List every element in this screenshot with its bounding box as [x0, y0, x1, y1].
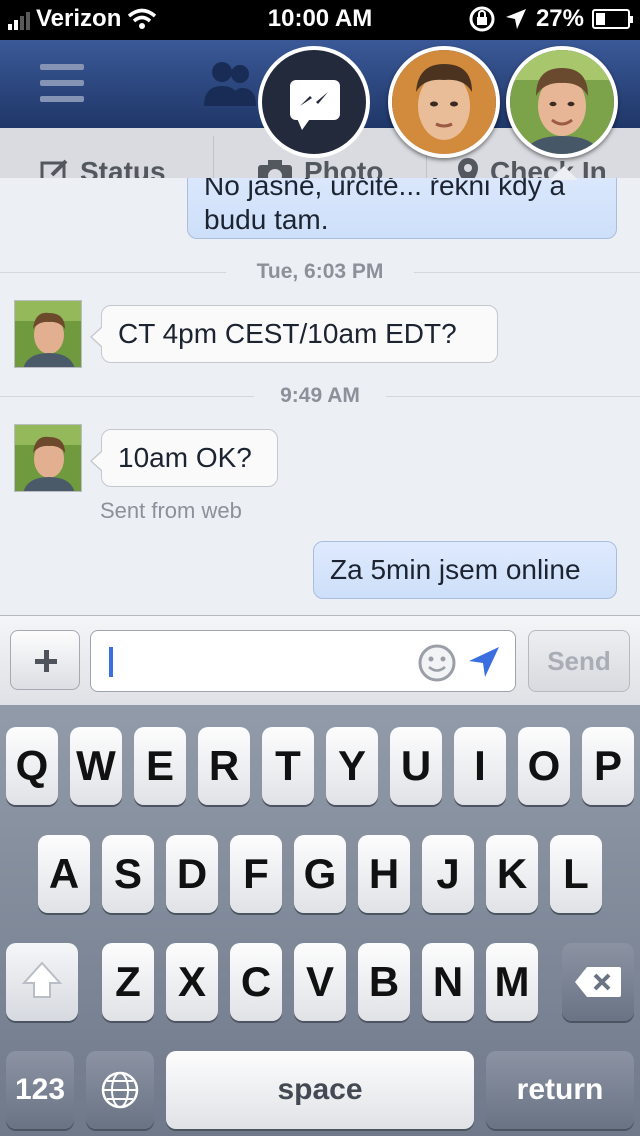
- message-text: CT 4pm CEST/10am EDT?: [118, 318, 457, 349]
- rotation-lock-icon: [469, 6, 495, 32]
- shift-arrow-icon: [21, 961, 63, 998]
- status-bar: Verizon 10:00 AM 27%: [0, 0, 640, 40]
- text-cursor: [109, 647, 113, 677]
- key[interactable]: Z: [102, 943, 154, 1021]
- key[interactable]: P: [582, 727, 634, 805]
- message-incoming: CT 4pm CEST/10am EDT?: [90, 305, 498, 363]
- message-composer: Send: [0, 615, 640, 705]
- location-arrow-icon: [505, 9, 526, 29]
- key[interactable]: R: [198, 727, 250, 805]
- attach-button[interactable]: [10, 630, 80, 690]
- message-source-label: Sent from web: [100, 498, 242, 523]
- messenger-chathead[interactable]: [258, 46, 370, 158]
- key[interactable]: Y: [326, 727, 378, 805]
- backspace-icon: [575, 967, 621, 997]
- key[interactable]: V: [294, 943, 346, 1021]
- chathead-contact-1[interactable]: [388, 46, 500, 158]
- shift-key[interactable]: [6, 943, 78, 1021]
- key[interactable]: I: [454, 727, 506, 805]
- message-outgoing: Za 5min jsem online: [313, 541, 617, 599]
- key[interactable]: K: [486, 835, 538, 913]
- menu-icon[interactable]: [40, 64, 84, 102]
- key[interactable]: A: [38, 835, 90, 913]
- key[interactable]: H: [358, 835, 410, 913]
- timestamp-divider: Tue, 6:03 PM: [0, 260, 640, 284]
- backspace-key[interactable]: [562, 943, 634, 1021]
- key[interactable]: L: [550, 835, 602, 913]
- message-input[interactable]: [90, 630, 516, 692]
- key[interactable]: W: [70, 727, 122, 805]
- key[interactable]: S: [102, 835, 154, 913]
- message-text: No jasně, určitě... řekni kdy a: [204, 178, 566, 201]
- timestamp-divider: 9:49 AM: [0, 384, 640, 408]
- friend-requests-icon[interactable]: [200, 58, 260, 108]
- chat-thread[interactable]: No jasně, určitě... řekni kdy a budu tam…: [0, 178, 640, 615]
- key[interactable]: E: [134, 727, 186, 805]
- key[interactable]: F: [230, 835, 282, 913]
- battery-icon: [592, 9, 633, 29]
- key[interactable]: M: [486, 943, 538, 1021]
- status-indicators: 27%: [468, 5, 633, 33]
- keyboard: Q W E R T Y U I O P A S D F G H J K L Z …: [0, 705, 640, 1136]
- timestamp: Tue, 6:03 PM: [248, 260, 392, 283]
- contact-photo: [392, 50, 496, 154]
- battery-percent: 27%: [535, 5, 584, 32]
- message-incoming: 10am OK?: [90, 429, 278, 487]
- numbers-key[interactable]: 123: [6, 1051, 74, 1129]
- chathead-pointer: [550, 166, 578, 180]
- messenger-bolt-icon: [300, 92, 328, 106]
- avatar-image: [15, 301, 81, 367]
- space-key[interactable]: space: [166, 1051, 474, 1129]
- key[interactable]: T: [262, 727, 314, 805]
- message-text: budu tam.: [204, 204, 329, 235]
- key[interactable]: U: [390, 727, 442, 805]
- globe-icon: [101, 1071, 139, 1109]
- contact-photo: [510, 50, 614, 154]
- globe-key[interactable]: [86, 1051, 154, 1129]
- avatar[interactable]: [14, 424, 82, 492]
- send-button[interactable]: Send: [528, 630, 630, 692]
- key[interactable]: C: [230, 943, 282, 1021]
- key[interactable]: B: [358, 943, 410, 1021]
- key[interactable]: Q: [6, 727, 58, 805]
- timestamp: 9:49 AM: [272, 384, 368, 407]
- avatar[interactable]: [14, 300, 82, 368]
- key[interactable]: X: [166, 943, 218, 1021]
- key[interactable]: D: [166, 835, 218, 913]
- key[interactable]: N: [422, 943, 474, 1021]
- emoji-icon[interactable]: [417, 643, 457, 683]
- key[interactable]: J: [422, 835, 474, 913]
- key[interactable]: O: [518, 727, 570, 805]
- avatar-image: [15, 425, 81, 491]
- return-key[interactable]: return: [486, 1051, 634, 1129]
- message-text: Za 5min jsem online: [330, 554, 581, 585]
- chathead-contact-2[interactable]: [506, 46, 618, 158]
- message-text: 10am OK?: [118, 442, 252, 473]
- location-arrow-icon[interactable]: [467, 645, 501, 679]
- message-outgoing: No jasně, určitě... řekni kdy a budu tam…: [187, 178, 617, 239]
- key[interactable]: G: [294, 835, 346, 913]
